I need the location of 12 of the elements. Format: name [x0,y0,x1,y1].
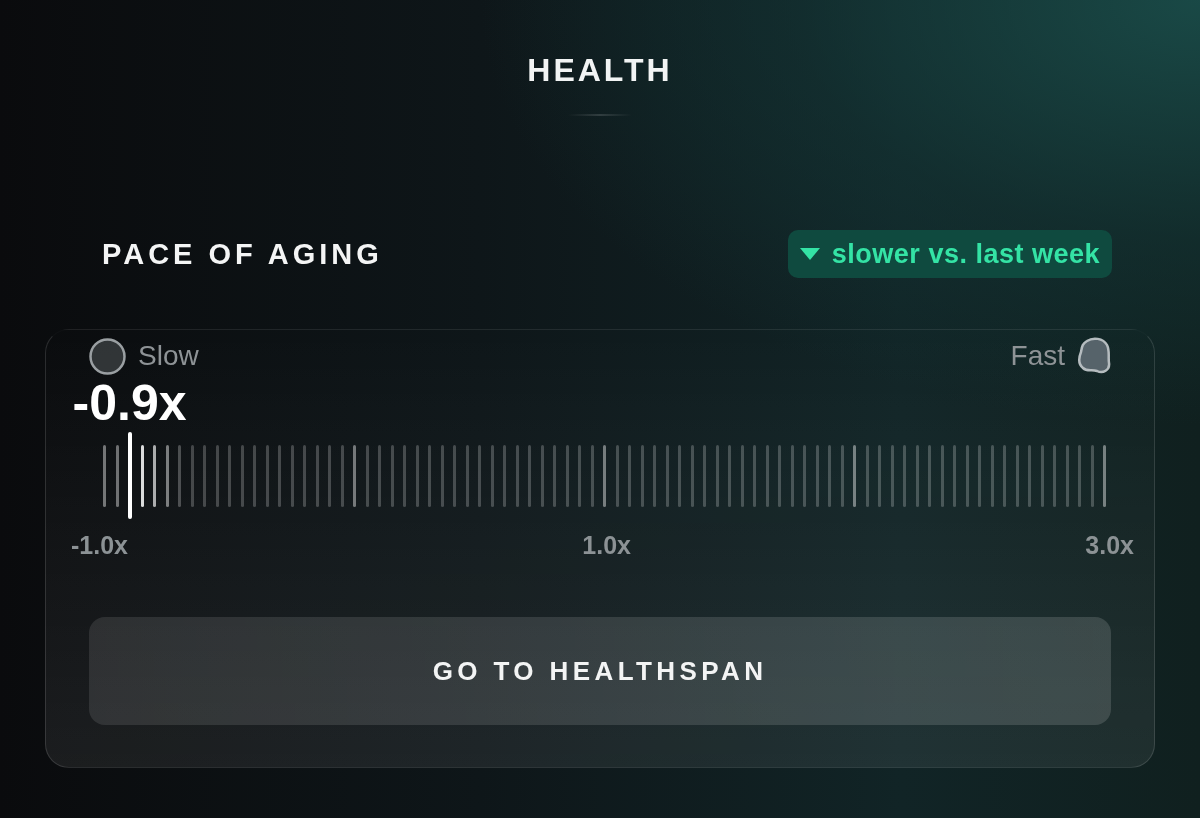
fast-label: Fast [1010,340,1065,372]
blob-icon [1077,337,1111,375]
scale-label: 1.0x [582,531,631,560]
gauge-reading: -0.9x [72,378,187,428]
page-title: HEALTH [527,51,673,89]
scale-label: 3.0x [1085,531,1134,560]
scale-label: -1.0x [71,531,128,560]
slow-label: Slow [138,340,199,372]
circle-icon [89,337,126,375]
trend-label: slower vs. last week [831,238,1100,270]
healthspan-button[interactable]: GO TO HEALTHSPAN [89,617,1111,725]
section-heading: PACE OF AGING [102,237,383,271]
